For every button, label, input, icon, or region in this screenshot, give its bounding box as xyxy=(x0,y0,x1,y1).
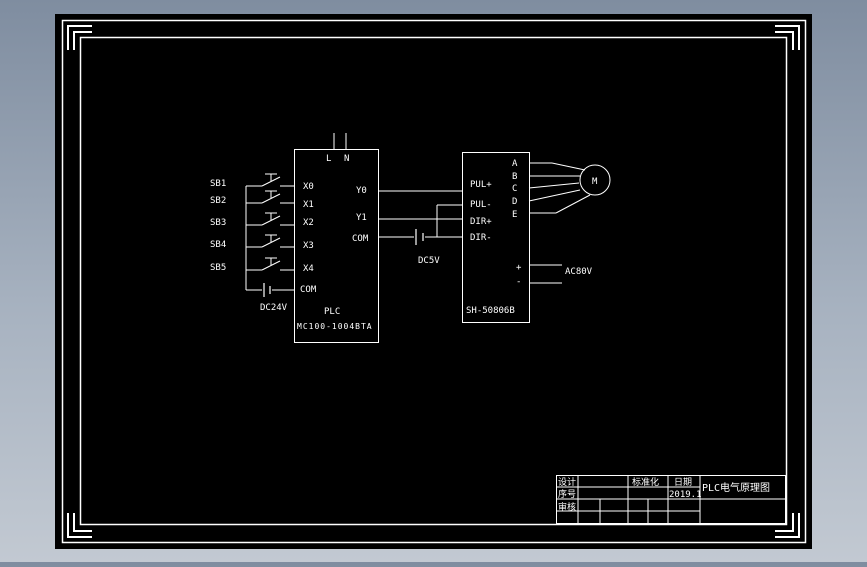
switch-label-sb5: SB5 xyxy=(210,263,226,273)
input-terminal-x4: X4 xyxy=(303,264,314,274)
dc5v-label: DC5V xyxy=(418,256,440,266)
driver-input-pul-minus: PUL- xyxy=(470,200,492,210)
input-terminal-x3: X3 xyxy=(303,241,314,251)
sheet-background xyxy=(55,14,812,549)
driver-minus-terminal: - xyxy=(516,277,521,287)
schematic-canvas: L N SB1 SB2 SB3 SB4 SB5 X0 X1 X2 X3 X4 C… xyxy=(55,14,812,549)
plc-output-y0: Y0 xyxy=(356,186,367,196)
driver-phase-b: B xyxy=(512,172,517,182)
plc-power-terminal-l: L xyxy=(326,154,331,164)
switch-label-sb3: SB3 xyxy=(210,218,226,228)
input-terminal-x0: X0 xyxy=(303,182,314,192)
driver-phase-d: D xyxy=(512,197,517,207)
drawing-stage: L N SB1 SB2 SB3 SB4 SB5 X0 X1 X2 X3 X4 C… xyxy=(0,0,867,562)
title-block-date-value: 2019.1 xyxy=(669,490,702,500)
dc24v-label: DC24V xyxy=(260,303,288,313)
input-com-terminal: COM xyxy=(300,285,317,295)
input-terminal-x1: X1 xyxy=(303,200,314,210)
title-block-design: 设计 xyxy=(558,476,576,488)
driver-input-dir-minus: DIR- xyxy=(470,233,492,243)
switch-label-sb2: SB2 xyxy=(210,196,226,206)
title-block-review: 审核 xyxy=(558,501,576,513)
plc-label: PLC xyxy=(324,307,340,317)
title-block-date-label: 日期 xyxy=(674,477,692,488)
driver-input-dir-plus: DIR+ xyxy=(470,217,492,227)
motor-label: M xyxy=(592,177,598,187)
input-terminal-x2: X2 xyxy=(303,218,314,228)
driver-input-pul-plus: PUL+ xyxy=(470,180,492,190)
driver-phase-c: C xyxy=(512,184,517,194)
plc-output-y1: Y1 xyxy=(356,213,367,223)
title-block-title: PLC电气原理图 xyxy=(702,481,770,494)
driver-plus-terminal: + xyxy=(516,263,522,273)
driver-phase-a: A xyxy=(512,159,518,169)
title-block-number: 序号 xyxy=(558,488,576,500)
switch-label-sb4: SB4 xyxy=(210,240,226,250)
plc-power-terminal-n: N xyxy=(344,154,349,164)
switch-label-sb1: SB1 xyxy=(210,179,226,189)
ac-supply-label: AC80V xyxy=(565,267,593,277)
plc-model: MC100-1004BTA xyxy=(297,322,373,331)
plc-output-com: COM xyxy=(352,234,369,244)
title-block-standardize: 标准化 xyxy=(632,476,659,488)
driver-model: SH-50806B xyxy=(466,306,515,316)
driver-phase-e: E xyxy=(512,210,517,220)
